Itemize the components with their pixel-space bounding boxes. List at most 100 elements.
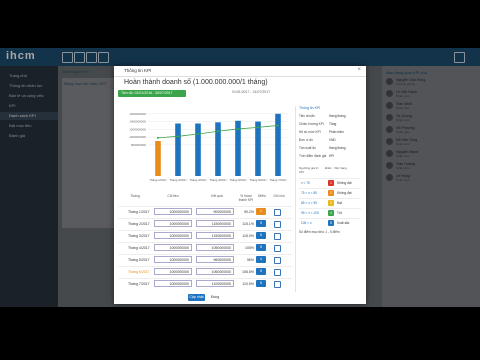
table-row: Tháng 6/2017 1000000000 1060000000 106.5% 5 bbox=[118, 266, 292, 278]
info-value: Tăng bbox=[329, 122, 337, 126]
month-cell: Tháng 2/2017 bbox=[128, 222, 150, 226]
table-header: Kết quả bbox=[211, 194, 223, 198]
table-header: Tháng bbox=[130, 194, 140, 198]
note-edit-icon[interactable] bbox=[274, 209, 281, 216]
target-input[interactable]: 1000000000 bbox=[154, 256, 192, 263]
result-input[interactable]: 960000000 bbox=[196, 256, 234, 263]
level-score: 4 bbox=[328, 210, 334, 216]
bar[interactable] bbox=[195, 123, 201, 177]
level-rank: Không đạt bbox=[337, 181, 352, 185]
pct-cell: 110.5% bbox=[242, 282, 254, 286]
level-rank: Tốt bbox=[337, 211, 342, 215]
target-input[interactable]: 1000000000 bbox=[154, 280, 192, 287]
y-tick-label: 1200000000 bbox=[129, 127, 146, 131]
bar[interactable] bbox=[175, 123, 181, 177]
level-score: 5 bbox=[328, 220, 334, 226]
info-key: Tần suất đo bbox=[299, 146, 316, 150]
level-score: 1 bbox=[328, 180, 334, 186]
info-row: Tính điểm đánh giá KPI bbox=[299, 154, 363, 161]
month-cell: Tháng 6/2017 bbox=[128, 270, 150, 274]
table-header: Chỉ tiêu bbox=[167, 194, 179, 198]
level-row: 75 < x < 85 2 Không đạt bbox=[299, 188, 361, 198]
table-row: Tháng 2/2017 1000000000 1150000000 115.1% 5 bbox=[118, 218, 292, 230]
level-rank: Xuất sắc bbox=[337, 221, 350, 225]
update-button[interactable]: Cập nhật bbox=[188, 294, 205, 301]
level-row: x < 75 1 Không đạt bbox=[299, 178, 361, 188]
note-edit-icon[interactable] bbox=[274, 257, 281, 264]
bar[interactable] bbox=[155, 141, 161, 176]
result-input[interactable]: 1150000000 bbox=[196, 232, 234, 239]
target-input[interactable]: 1000000000 bbox=[154, 244, 192, 251]
info-row: Hệ số mức KPI Phần trăm bbox=[299, 130, 363, 137]
target-input[interactable]: 1000000000 bbox=[154, 268, 192, 275]
trend-point[interactable] bbox=[257, 126, 259, 129]
trend-point[interactable] bbox=[197, 133, 199, 135]
note-edit-icon[interactable] bbox=[274, 269, 281, 276]
table-row: Tháng 3/2017 1000000000 1150000000 115.0% 5 bbox=[118, 230, 292, 242]
pct-cell: 115.0% bbox=[242, 234, 254, 238]
bar[interactable] bbox=[255, 121, 261, 176]
date-range-picker[interactable]: 01/01/2017 - 31/07/2017 bbox=[232, 90, 270, 94]
table-header: Ghi chú bbox=[273, 194, 285, 198]
table-header: % Hoàn thành KPI bbox=[238, 194, 254, 202]
kpi-info-panel: Thông tin KPI Tiêu chuẩn Hàng tháng Chiều … bbox=[295, 106, 364, 292]
level-rank: Đạt bbox=[337, 201, 342, 205]
info-value: Phần trăm bbox=[329, 130, 344, 134]
level-range: 75 < x < 85 bbox=[301, 191, 317, 195]
info-value: Hàng tháng bbox=[329, 146, 346, 150]
modal-header: Thông tin KPI × bbox=[114, 66, 366, 77]
score-target-note: Số điểm mục tiêu: 1 - 5 điểm bbox=[299, 230, 340, 234]
level-row: 95 < x < 105 4 Tốt bbox=[299, 208, 361, 218]
result-input[interactable]: 1050000000 bbox=[196, 244, 234, 251]
score-badge: 1 bbox=[256, 208, 266, 215]
table-row: Tháng 1/2017 1000000000 900000000 90.2% 1 bbox=[118, 206, 292, 218]
kpi-chart: 1600000000 1400000000 1200000000 1000000000… bbox=[129, 112, 288, 182]
score-badge: 5 bbox=[256, 232, 266, 239]
trend-point[interactable] bbox=[177, 135, 179, 138]
pct-cell: 106.5% bbox=[242, 270, 254, 274]
trend-point[interactable] bbox=[237, 127, 239, 130]
target-input[interactable]: 1000000000 bbox=[154, 220, 192, 227]
info-heading: Thông tin KPI bbox=[299, 106, 321, 110]
score-badge: 5 bbox=[256, 220, 266, 227]
note-edit-icon[interactable] bbox=[274, 233, 281, 240]
info-value: KPI bbox=[329, 154, 335, 158]
bar[interactable] bbox=[275, 113, 281, 176]
table-row: Tháng 5/2017 1000000000 960000000 96% 4 bbox=[118, 254, 292, 266]
x-tick-label: Tháng 4/2017 bbox=[209, 178, 227, 182]
target-input[interactable]: 1000000000 bbox=[154, 232, 192, 239]
close-icon[interactable]: × bbox=[357, 67, 361, 73]
result-input[interactable]: 1150000000 bbox=[196, 220, 234, 227]
note-edit-icon[interactable] bbox=[274, 245, 281, 252]
trend-point[interactable] bbox=[277, 124, 279, 127]
pct-cell: 90.2% bbox=[244, 210, 254, 214]
info-value: Hàng tháng bbox=[329, 114, 346, 118]
y-tick-label: 1000000000 bbox=[129, 135, 146, 139]
level-range: 95 < x < 105 bbox=[301, 211, 319, 215]
x-tick-label: Tháng 6/2017 bbox=[249, 178, 267, 182]
period-button[interactable]: Tiến độ: 01/01/2016 - 30/07/2017 bbox=[118, 90, 186, 97]
trend-point[interactable] bbox=[157, 136, 159, 139]
pct-cell: 115.1% bbox=[242, 222, 254, 226]
info-key: Đơn vị đo bbox=[299, 138, 313, 142]
result-input[interactable]: 900000000 bbox=[196, 208, 234, 215]
info-key: Hệ số mức KPI bbox=[299, 130, 321, 134]
trend-point[interactable] bbox=[217, 130, 219, 133]
x-tick-label: Tháng 2/2017 bbox=[169, 178, 187, 182]
month-cell: Tháng 1/2017 bbox=[128, 210, 150, 214]
table-row: Tháng 4/2017 1000000000 1050000000 105% 5 bbox=[118, 242, 292, 254]
note-edit-icon[interactable] bbox=[274, 221, 281, 228]
close-button[interactable]: Đóng bbox=[208, 294, 222, 301]
target-input[interactable]: 1000000000 bbox=[154, 208, 192, 215]
level-score: 3 bbox=[328, 200, 334, 206]
result-input[interactable]: 1060000000 bbox=[196, 268, 234, 275]
table-header: Điểm bbox=[258, 194, 266, 198]
score-badge: 4 bbox=[256, 256, 266, 263]
y-tick-label: 1400000000 bbox=[129, 120, 146, 124]
level-range: x < 75 bbox=[301, 181, 310, 185]
month-cell: Tháng 5/2017 bbox=[128, 258, 150, 262]
info-row: Tần suất đo Hàng tháng bbox=[299, 146, 363, 153]
note-edit-icon[interactable] bbox=[274, 281, 281, 288]
x-tick-label: Tháng 1/2017 bbox=[149, 178, 167, 182]
result-input[interactable]: 1100000000 bbox=[196, 280, 234, 287]
